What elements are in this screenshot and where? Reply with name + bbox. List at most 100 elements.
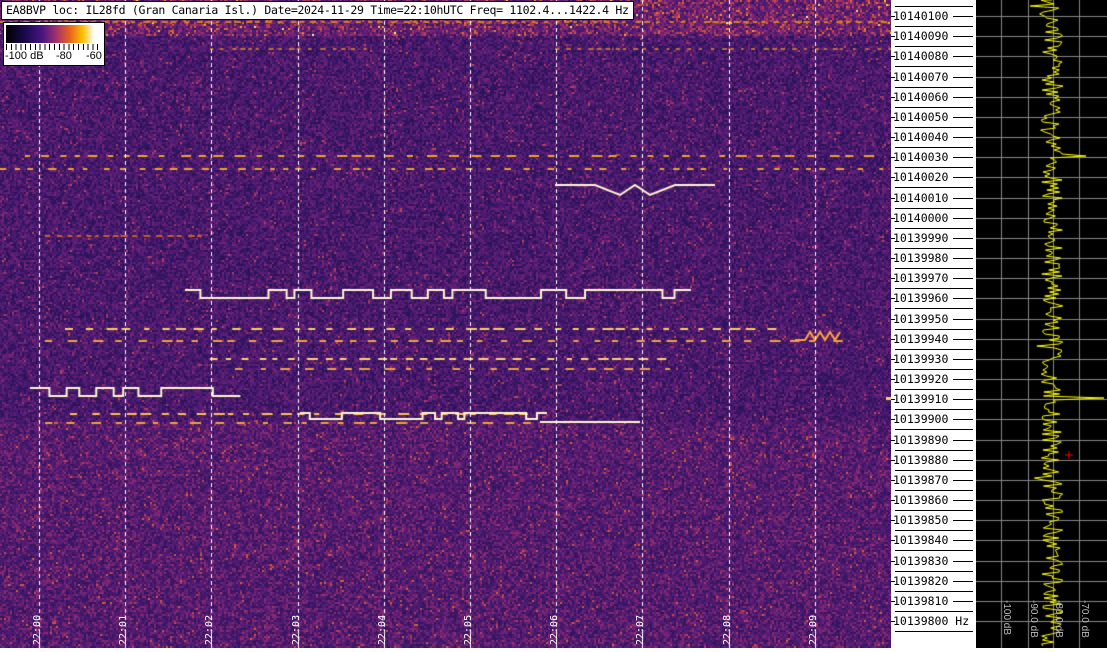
freq-tick xyxy=(953,459,973,461)
freq-tick xyxy=(953,258,973,260)
freq-label: 10139840 xyxy=(893,533,949,548)
freq-tick xyxy=(953,56,973,58)
freq-tick xyxy=(953,338,973,340)
frequency-axis: 10140100 10140090 10140080 10140070 10140060… xyxy=(891,0,976,648)
freq-minor-tick xyxy=(895,570,973,572)
freq-label: 10139900 xyxy=(893,412,949,427)
freq-tick xyxy=(953,358,973,360)
time-label: 22:03 xyxy=(290,614,302,645)
freq-tick xyxy=(953,36,973,38)
freq-minor-tick xyxy=(895,389,973,391)
freq-tick xyxy=(953,157,973,159)
freq-minor-tick xyxy=(895,187,973,189)
db-label: -80.0 dB xyxy=(1053,600,1064,638)
freq-tick xyxy=(953,16,973,17)
freq-label: 10139870 xyxy=(893,472,949,487)
freq-minor-tick xyxy=(895,610,973,612)
freq-tick xyxy=(953,177,973,179)
freq-label: 10140050 xyxy=(893,109,949,124)
freq-minor-tick xyxy=(895,510,973,512)
freq-minor-tick xyxy=(895,26,973,27)
freq-tick xyxy=(953,278,973,280)
freq-minor-tick xyxy=(895,126,973,128)
time-label: 22:00 xyxy=(32,614,43,645)
freq-tick xyxy=(953,116,973,118)
freq-minor-tick xyxy=(895,227,973,229)
freq-minor-tick xyxy=(895,328,973,330)
freq-label: 10140010 xyxy=(893,190,949,205)
freq-minor-tick xyxy=(895,167,973,169)
freq-tick xyxy=(953,197,973,199)
freq-minor-tick xyxy=(895,409,973,411)
freq-label: 10139880 xyxy=(893,452,949,467)
db-label: -90.0 dB xyxy=(1028,600,1039,638)
colorbar-legend: -100 dB -80 -60 xyxy=(3,22,105,66)
freq-minor-tick xyxy=(895,207,973,209)
spectrum-panel: -100 dB -90.0 dB -80.0 dB -70.0 dB xyxy=(976,0,1107,648)
freq-label: 10139800 Hz xyxy=(893,614,970,629)
colorbar-gradient xyxy=(6,25,102,43)
freq-label: 10139920 xyxy=(893,372,949,387)
freq-tick xyxy=(953,217,973,219)
freq-minor-tick xyxy=(895,348,973,350)
time-label: 22:08 xyxy=(721,614,733,645)
time-label: 22:06 xyxy=(549,614,561,645)
freq-label: 10139950 xyxy=(893,311,949,326)
freq-tick xyxy=(953,580,973,582)
freq-minor-tick xyxy=(895,631,973,633)
freq-minor-tick xyxy=(895,469,973,471)
freq-tick xyxy=(953,399,973,401)
colorbar-label-max: -60 xyxy=(86,50,102,62)
freq-minor-tick xyxy=(895,6,973,7)
freq-label: 10139850 xyxy=(893,513,949,528)
freq-tick xyxy=(953,540,973,542)
freq-tick xyxy=(953,298,973,300)
freq-minor-tick xyxy=(895,489,973,491)
colorbar-label-min: -100 dB xyxy=(5,50,44,62)
time-label: 22:01 xyxy=(118,614,130,645)
freq-label: 10139960 xyxy=(893,291,949,306)
freq-label: 10140030 xyxy=(893,150,949,165)
freq-minor-tick xyxy=(895,550,973,552)
freq-tick xyxy=(953,419,973,421)
freq-tick xyxy=(953,379,973,381)
db-label: -100 dB xyxy=(1001,600,1012,636)
freq-label: 10139860 xyxy=(893,493,949,508)
freq-label: 10139810 xyxy=(893,593,949,608)
freq-minor-tick xyxy=(895,86,973,88)
freq-label: 10139830 xyxy=(893,553,949,568)
freq-tick xyxy=(953,520,973,522)
freq-label: 10139930 xyxy=(893,351,949,366)
header-title: EA8BVP loc: IL28fd (Gran Canaria Isl.) D… xyxy=(1,1,634,20)
freq-tick xyxy=(953,500,973,502)
freq-minor-tick xyxy=(895,46,973,48)
freq-minor-tick xyxy=(895,429,973,431)
freq-tick xyxy=(953,137,973,139)
freq-minor-tick xyxy=(895,106,973,108)
waterfall-spectrogram xyxy=(0,0,891,648)
freq-tick xyxy=(953,96,973,98)
freq-label: 10139990 xyxy=(893,230,949,245)
freq-minor-tick xyxy=(895,449,973,451)
freq-label: 10139980 xyxy=(893,251,949,266)
freq-label: 10140100 xyxy=(893,9,949,23)
freq-label: 10140090 xyxy=(893,29,949,44)
freq-minor-tick xyxy=(895,308,973,310)
time-label: 22:02 xyxy=(204,614,216,645)
time-label: 22:05 xyxy=(463,614,474,645)
freq-label: 10139890 xyxy=(893,432,949,447)
freq-label: 10140080 xyxy=(893,49,949,64)
spectrum-trace xyxy=(976,0,1107,648)
time-label: 22:07 xyxy=(635,614,647,645)
freq-label: 10140000 xyxy=(893,210,949,225)
freq-label: 10139910 xyxy=(893,392,949,407)
freq-label: 10140020 xyxy=(893,170,949,185)
freq-tick xyxy=(953,318,973,320)
freq-tick xyxy=(953,600,973,602)
freq-minor-tick xyxy=(895,66,973,68)
freq-tick xyxy=(953,237,973,239)
freq-label: 10139940 xyxy=(893,331,949,346)
freq-minor-tick xyxy=(895,288,973,290)
freq-tick xyxy=(953,479,973,481)
freq-minor-tick xyxy=(895,247,973,249)
